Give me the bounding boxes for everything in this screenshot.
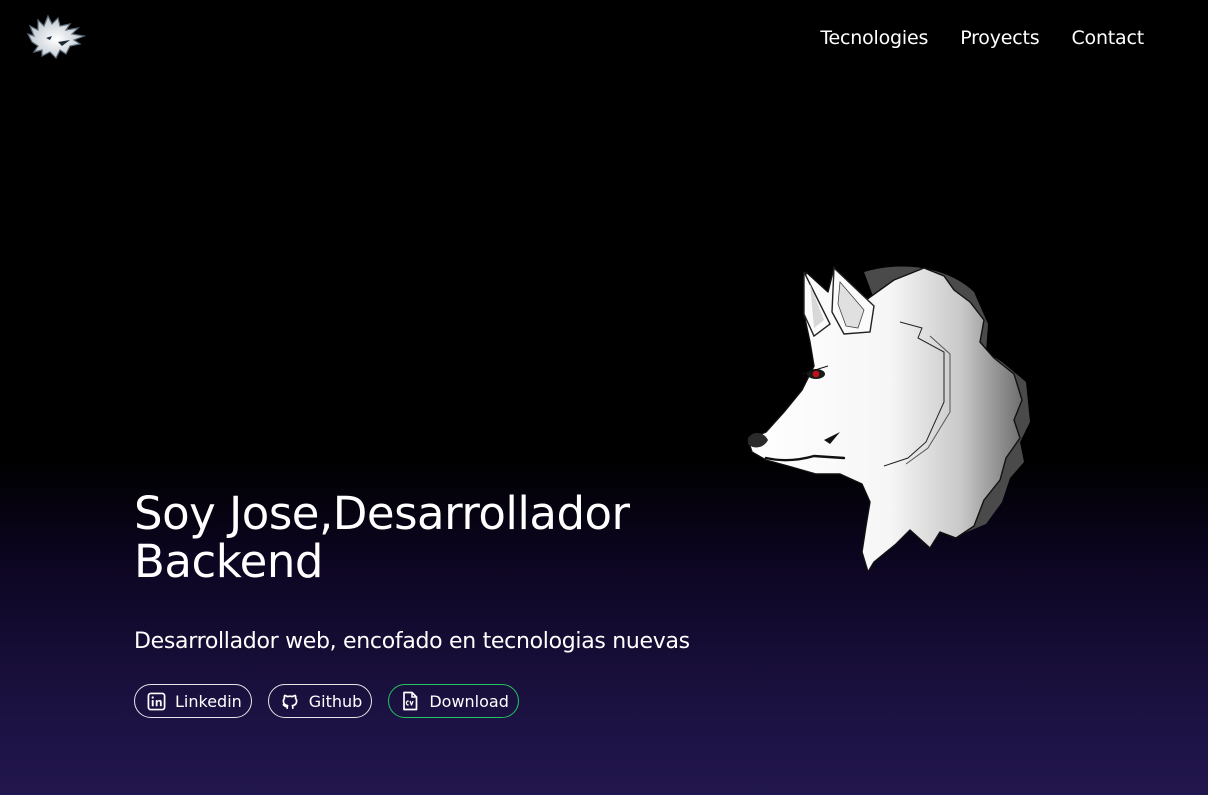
nav-proyects[interactable]: Proyects (960, 26, 1039, 50)
cv-file-icon (400, 691, 420, 711)
nav-contact[interactable]: Contact (1071, 26, 1144, 50)
hero-buttons: Linkedin Github Download (134, 684, 535, 718)
download-cv-button[interactable]: Download (388, 684, 519, 718)
nav-tecnologies[interactable]: Tecnologies (820, 26, 928, 50)
hero-title: Soy Jose,Desarrollador Backend (134, 487, 630, 588)
main-nav: Tecnologies Proyects Contact (788, 26, 1144, 50)
linkedin-button-label: Linkedin (175, 691, 242, 711)
white-wolf-head-illustration (747, 266, 1030, 573)
linkedin-icon (146, 691, 166, 711)
github-button[interactable]: Github (267, 684, 373, 718)
linkedin-button[interactable]: Linkedin (134, 684, 252, 718)
github-icon (280, 691, 300, 711)
hero-subtitle: Desarrollador web, encofado en tecnologi… (134, 629, 690, 654)
download-cv-button-label: Download (429, 691, 509, 711)
wolf-logo-icon[interactable] (26, 12, 86, 62)
github-button-label: Github (308, 691, 363, 711)
